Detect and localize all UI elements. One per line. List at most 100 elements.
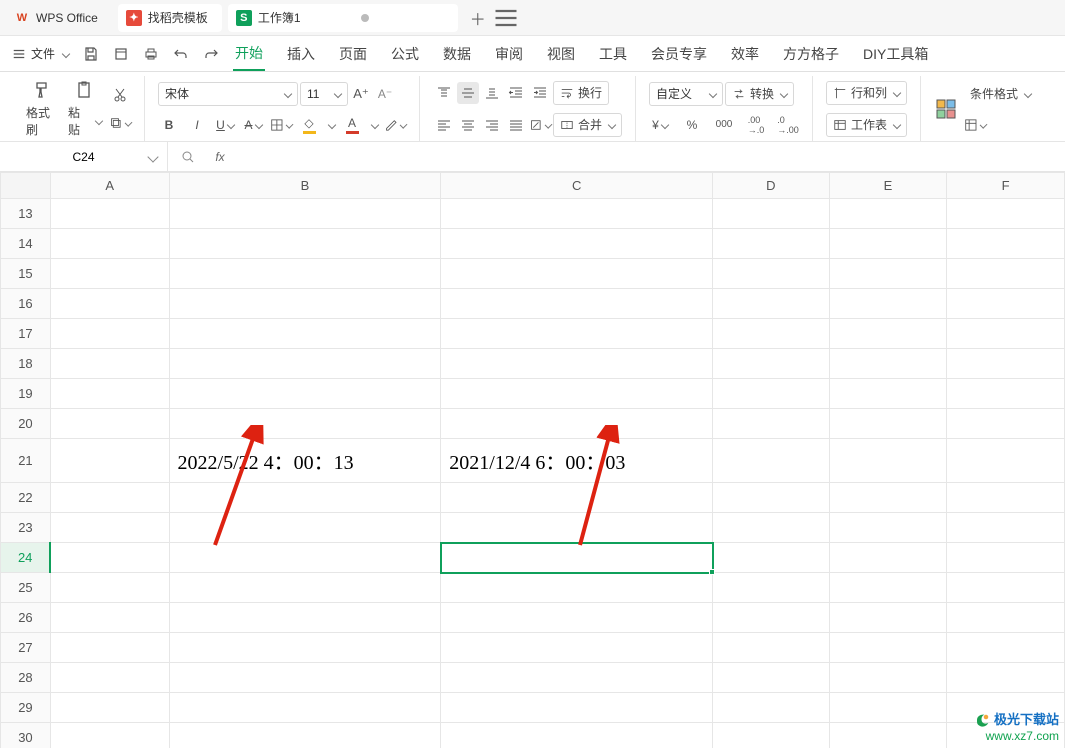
cell[interactable]	[50, 289, 169, 319]
currency-icon[interactable]: ¥	[649, 114, 671, 136]
col-header[interactable]: F	[947, 173, 1065, 199]
cell[interactable]	[169, 289, 441, 319]
worksheet-button[interactable]: 工作表	[826, 113, 907, 137]
cell[interactable]	[50, 513, 169, 543]
cell[interactable]	[50, 633, 169, 663]
bold-button[interactable]: B	[158, 114, 180, 136]
app-tab-wps[interactable]: W WPS Office	[6, 4, 112, 32]
row-header[interactable]: 29	[1, 693, 51, 723]
cell[interactable]	[947, 483, 1065, 513]
cell[interactable]	[713, 693, 830, 723]
cell[interactable]	[169, 409, 441, 439]
cell[interactable]	[829, 379, 947, 409]
cell[interactable]	[50, 663, 169, 693]
cell[interactable]: 2022/5/22 4：00：13	[169, 439, 441, 483]
justify-icon[interactable]	[505, 114, 527, 136]
cell[interactable]	[829, 409, 947, 439]
select-all-corner[interactable]	[1, 173, 51, 199]
row-header[interactable]: 26	[1, 603, 51, 633]
tab-review[interactable]: 审阅	[493, 38, 525, 70]
cell[interactable]	[713, 319, 830, 349]
cell[interactable]	[441, 543, 713, 573]
cell[interactable]	[829, 439, 947, 483]
cell[interactable]	[947, 259, 1065, 289]
strike-button[interactable]: A	[242, 114, 264, 136]
row-header[interactable]: 22	[1, 483, 51, 513]
cell[interactable]	[169, 693, 441, 723]
spreadsheet-grid[interactable]: ABCDEF1314151617181920212022/5/22 4：00：1…	[0, 172, 1065, 748]
redo-icon[interactable]	[203, 46, 219, 62]
row-header[interactable]: 16	[1, 289, 51, 319]
cell[interactable]	[441, 289, 713, 319]
row-header[interactable]: 23	[1, 513, 51, 543]
cell[interactable]	[713, 259, 830, 289]
app-tab-workbook[interactable]: S 工作簿1	[228, 4, 458, 32]
orientation-icon[interactable]	[529, 114, 551, 136]
increase-font-icon[interactable]: A⁺	[350, 83, 372, 105]
font-name-combo[interactable]: 宋体	[158, 82, 298, 106]
cell[interactable]	[169, 199, 441, 229]
file-menu[interactable]: 文件	[12, 45, 69, 62]
cell[interactable]	[441, 693, 713, 723]
cell[interactable]: 2021/12/4 6：00：03	[441, 439, 713, 483]
cell[interactable]	[441, 199, 713, 229]
copy-button[interactable]	[109, 112, 131, 134]
cell[interactable]	[50, 439, 169, 483]
cell[interactable]	[441, 513, 713, 543]
col-header[interactable]: E	[829, 173, 947, 199]
cell[interactable]	[50, 573, 169, 603]
cell[interactable]	[713, 289, 830, 319]
cell[interactable]	[713, 409, 830, 439]
cell[interactable]	[947, 543, 1065, 573]
row-header[interactable]: 18	[1, 349, 51, 379]
cell[interactable]	[947, 513, 1065, 543]
name-box[interactable]	[0, 142, 168, 171]
align-bottom-icon[interactable]	[481, 82, 503, 104]
cond-format-button[interactable]: 条件格式	[964, 82, 1037, 106]
cell[interactable]	[50, 379, 169, 409]
align-top-icon[interactable]	[433, 82, 455, 104]
border-button[interactable]	[270, 114, 292, 136]
cell[interactable]	[713, 483, 830, 513]
cell[interactable]	[829, 603, 947, 633]
align-center-icon[interactable]	[457, 114, 479, 136]
paste-button[interactable]: 粘贴	[64, 80, 106, 138]
cell[interactable]	[947, 663, 1065, 693]
cell[interactable]	[947, 199, 1065, 229]
row-header[interactable]: 21	[1, 439, 51, 483]
number-format-combo[interactable]: 自定义	[649, 82, 723, 106]
cell[interactable]	[50, 259, 169, 289]
tab-ffgz[interactable]: 方方格子	[781, 38, 841, 70]
cell[interactable]	[50, 409, 169, 439]
decrease-font-icon[interactable]: A⁻	[374, 83, 396, 105]
cell[interactable]	[441, 663, 713, 693]
tab-page[interactable]: 页面	[337, 38, 369, 70]
cell[interactable]	[50, 199, 169, 229]
name-box-input[interactable]	[29, 150, 139, 164]
cell[interactable]	[169, 633, 441, 663]
cell[interactable]	[50, 349, 169, 379]
cell[interactable]	[829, 229, 947, 259]
cell[interactable]	[50, 723, 169, 748]
row-header[interactable]: 14	[1, 229, 51, 259]
cell[interactable]	[50, 483, 169, 513]
comma-icon[interactable]: 000	[713, 114, 735, 136]
fill-color-button[interactable]: ◇	[298, 114, 320, 136]
tab-tools[interactable]: 工具	[597, 38, 629, 70]
tab-menu-icon[interactable]	[492, 4, 520, 32]
cell[interactable]	[947, 349, 1065, 379]
cell[interactable]	[829, 723, 947, 748]
cell[interactable]	[713, 199, 830, 229]
cell[interactable]	[947, 573, 1065, 603]
cell-style-icon[interactable]	[964, 114, 986, 136]
percent-icon[interactable]: %	[681, 114, 703, 136]
formula-input[interactable]	[232, 142, 1065, 171]
align-right-icon[interactable]	[481, 114, 503, 136]
cell[interactable]	[713, 439, 830, 483]
cell[interactable]	[50, 603, 169, 633]
cell[interactable]	[50, 319, 169, 349]
cell[interactable]	[169, 723, 441, 748]
italic-button[interactable]: I	[186, 114, 208, 136]
cell[interactable]	[713, 603, 830, 633]
tab-formula[interactable]: 公式	[389, 38, 421, 70]
